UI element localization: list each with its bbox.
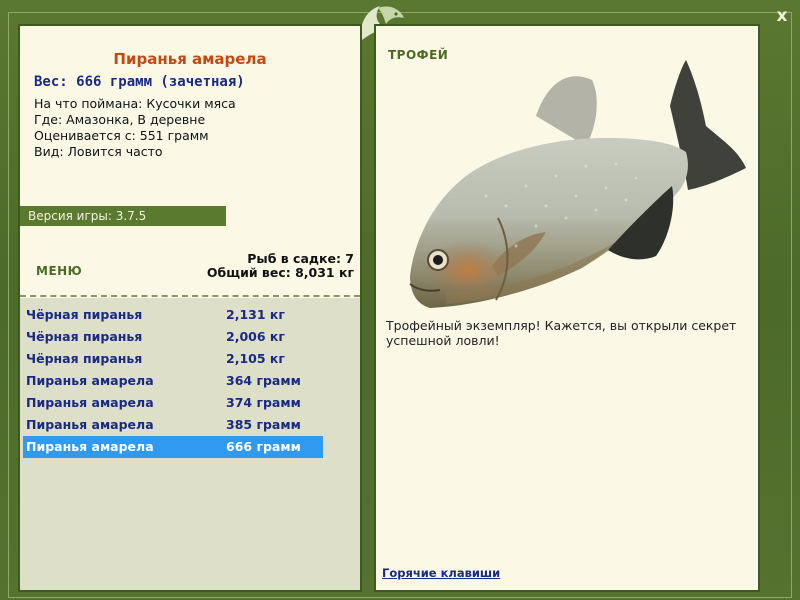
catch-details-panel: Пиранья амарела Вес: 666 грамм (зачетная… bbox=[18, 24, 362, 592]
fish-weight-value: 2,131 кг bbox=[226, 307, 285, 322]
fish-count: Рыб в садке: 7 bbox=[247, 251, 354, 266]
list-item[interactable]: Чёрная пиранья 2,131 кг bbox=[23, 304, 323, 326]
list-item[interactable]: Пиранья амарела 374 грамм bbox=[23, 392, 323, 414]
game-version: Версия игры: 3.7.5 bbox=[20, 206, 226, 226]
fish-list: Чёрная пиранья 2,131 кг Чёрная пиранья 2… bbox=[20, 298, 360, 590]
trophy-description: Трофейный экземпляр! Кажется, вы открыли… bbox=[386, 318, 737, 348]
fish-weight-value: 364 грамм bbox=[226, 373, 301, 388]
list-item[interactable]: Пиранья амарела 364 грамм bbox=[23, 370, 323, 392]
fish-weight-value: 2,006 кг bbox=[226, 329, 285, 344]
fish-name: Пиранья амарела bbox=[26, 395, 154, 410]
catch-bait: На что поймана: Кусочки мяса bbox=[34, 96, 236, 111]
menu-button[interactable]: МЕНЮ bbox=[36, 264, 82, 278]
fish-weight-value: 374 грамм bbox=[226, 395, 301, 410]
catch-species-frequency: Вид: Ловится часто bbox=[34, 144, 163, 159]
fish-name: Пиранья амарела bbox=[26, 417, 154, 432]
divider bbox=[20, 295, 360, 297]
fish-name: Пиранья амарела bbox=[26, 439, 154, 454]
list-item[interactable]: Пиранья амарела 385 грамм bbox=[23, 414, 323, 436]
fish-name: Чёрная пиранья bbox=[26, 329, 143, 344]
list-item[interactable]: Чёрная пиранья 2,105 кг bbox=[23, 348, 323, 370]
fish-weight-value: 2,105 кг bbox=[226, 351, 285, 366]
fish-name: Чёрная пиранья bbox=[26, 351, 143, 366]
fish-weight: Вес: 666 грамм (зачетная) bbox=[34, 74, 245, 90]
fish-weight-value: 666 грамм bbox=[226, 439, 301, 454]
fish-title: Пиранья амарела bbox=[113, 50, 267, 68]
catch-location: Где: Амазонка, В деревне bbox=[34, 112, 206, 127]
cage-stats: Рыб в садке: 7 Общий вес: 8,031 кг bbox=[207, 252, 354, 280]
catch-threshold: Оценивается с: 551 грамм bbox=[34, 128, 209, 143]
fish-name: Пиранья амарела bbox=[26, 373, 154, 388]
close-button[interactable]: x bbox=[770, 4, 794, 28]
hotkeys-link[interactable]: Горячие клавиши bbox=[382, 566, 500, 580]
fish-name: Чёрная пиранья bbox=[26, 307, 143, 322]
trophy-panel: ТРОФЕЙ Трофейный экземпляр! Кажется, вы … bbox=[374, 24, 760, 592]
piranha-fish-image bbox=[409, 60, 746, 308]
list-item-selected[interactable]: Пиранья амарела 666 грамм bbox=[23, 436, 323, 458]
total-weight: Общий вес: 8,031 кг bbox=[206, 265, 354, 280]
fish-weight-value: 385 грамм bbox=[226, 417, 301, 432]
list-item[interactable]: Чёрная пиранья 2,006 кг bbox=[23, 326, 323, 348]
